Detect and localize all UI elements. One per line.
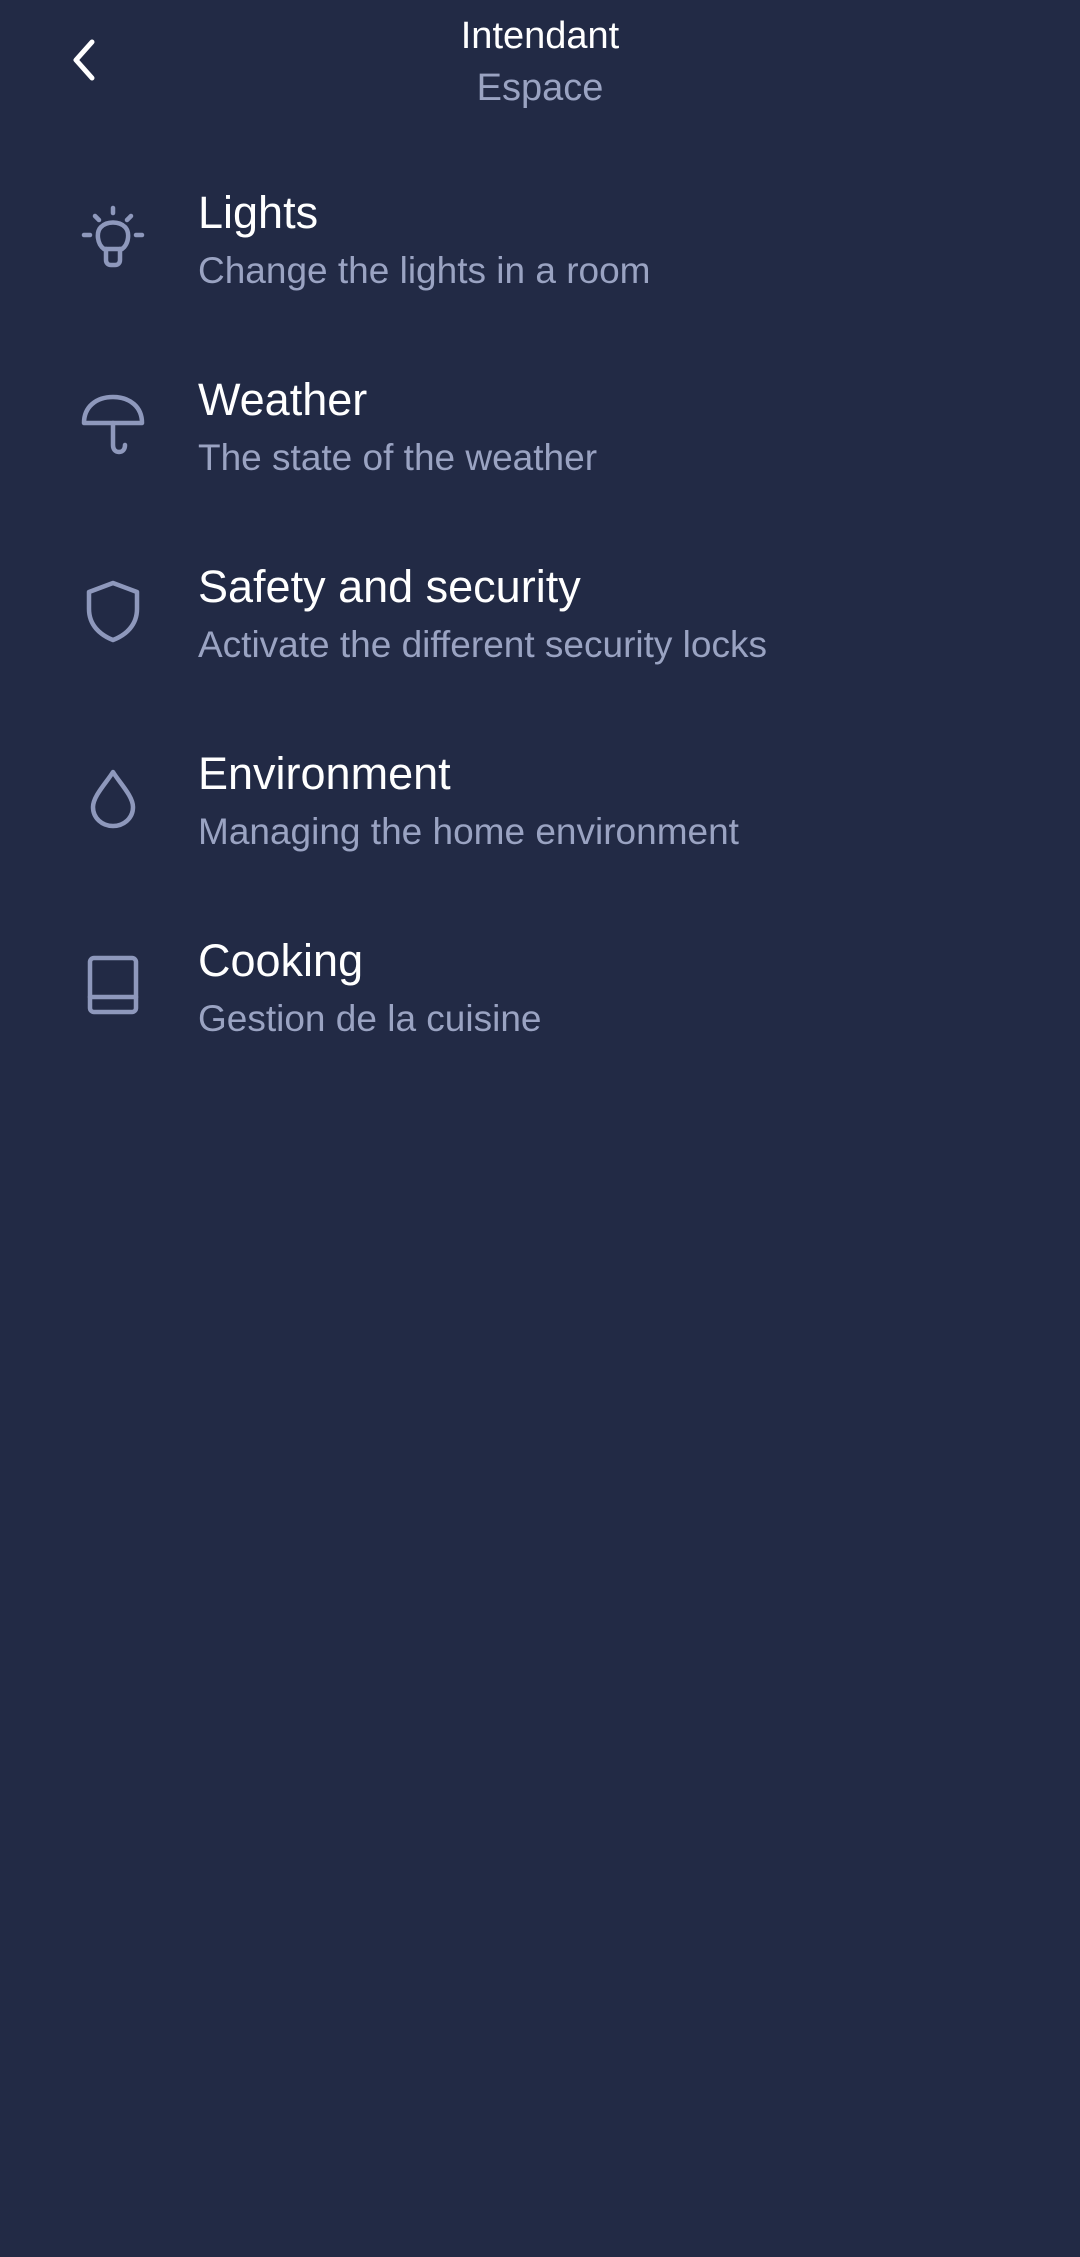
menu-item-text: Safety and security Activate the differe…	[198, 554, 1040, 670]
menu-item-description: Managing the home environment	[198, 811, 739, 852]
top-app-bar: Intendant Espace	[0, 0, 1080, 130]
book-icon	[78, 950, 148, 1020]
page-title: Intendant	[460, 15, 620, 57]
menu-item-lights[interactable]: Lights Change the lights in a room	[0, 180, 1080, 367]
menu-item-description: Activate the different security locks	[198, 624, 767, 665]
menu-item-title: Weather	[198, 374, 368, 425]
droplet-icon	[78, 763, 148, 833]
menu-item-cooking[interactable]: Cooking Gestion de la cuisine	[0, 928, 1080, 1115]
shield-icon	[78, 576, 148, 646]
menu-item-text: Weather The state of the weather	[198, 367, 1040, 483]
header-titles: Intendant Espace	[0, 10, 1080, 114]
menu-item-text: Cooking Gestion de la cuisine	[198, 928, 1040, 1044]
menu-item-environment[interactable]: Environment Managing the home environmen…	[0, 741, 1080, 928]
menu-item-description: Change the lights in a room	[198, 250, 651, 291]
menu-item-title: Cooking	[198, 935, 364, 986]
lightbulb-icon	[78, 202, 148, 272]
menu-item-title: Environment	[198, 748, 451, 799]
umbrella-icon	[78, 389, 148, 459]
menu-item-title: Safety and security	[198, 561, 581, 612]
menu-item-description: Gestion de la cuisine	[198, 998, 542, 1039]
menu-item-description: The state of the weather	[198, 437, 598, 478]
menu-item-text: Lights Change the lights in a room	[198, 180, 1040, 296]
menu-item-title: Lights	[198, 187, 319, 238]
menu-item-safety-and-security[interactable]: Safety and security Activate the differe…	[0, 554, 1080, 741]
menu-item-weather[interactable]: Weather The state of the weather	[0, 367, 1080, 554]
menu-item-text: Environment Managing the home environmen…	[198, 741, 1040, 857]
page-subtitle: Espace	[476, 67, 604, 109]
category-list: Lights Change the lights in a room Weath…	[0, 180, 1080, 1115]
